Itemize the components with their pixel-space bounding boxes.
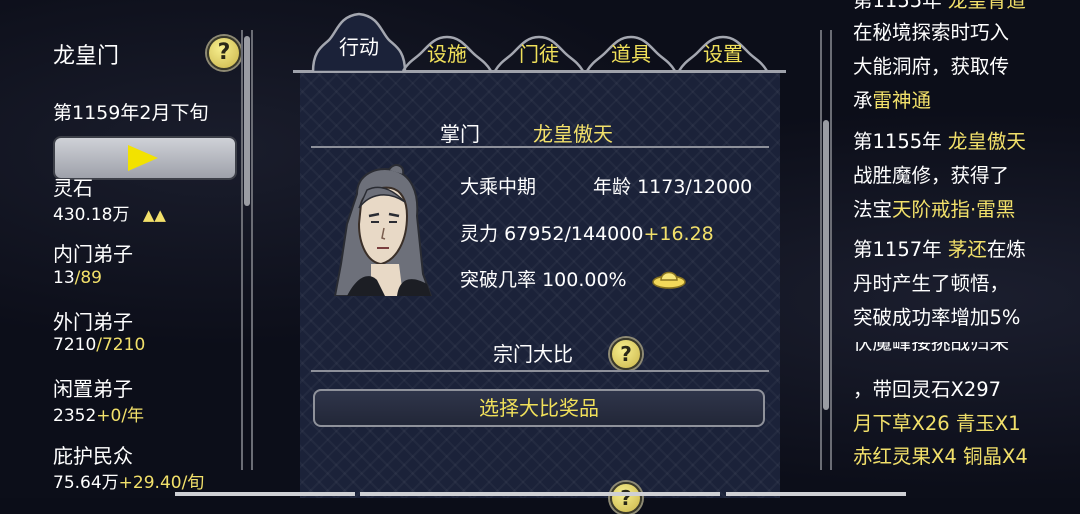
log-line: 赤红灵果X4 铜晶X4 bbox=[853, 445, 1028, 468]
bottom-bar-center bbox=[360, 492, 720, 496]
stat-label-outer-disciples: 外门弟子 bbox=[53, 310, 133, 334]
stat-value-outer-disciples: 7210/7210 bbox=[53, 335, 146, 355]
tab-disciples[interactable]: 门徒 bbox=[493, 33, 585, 71]
left-scrollbar-thumb[interactable] bbox=[244, 36, 250, 206]
main-panel: 行动 设施 门徒 道具 设置 掌门 龙皇傲天 大乘中期 年龄 1173/1200… bbox=[293, 0, 786, 514]
competition-help-icon[interactable]: ? bbox=[610, 338, 642, 370]
log-line-partial: 伏魔峰接挑战归来 bbox=[853, 342, 1010, 354]
tab-items-label: 道具 bbox=[611, 42, 651, 66]
tab-settings-label: 设置 bbox=[703, 42, 743, 66]
master-realm: 大乘中期 bbox=[460, 176, 537, 198]
log-line: 第1157年 茅还在炼 bbox=[853, 238, 1026, 261]
log-line: 法宝天阶戒指·雷黑 bbox=[853, 198, 1016, 221]
log-line: 战胜魔修，获得了 bbox=[853, 164, 1010, 187]
log-line: 承雷神通 bbox=[853, 89, 932, 112]
choose-prize-button[interactable]: 选择大比奖品 bbox=[313, 389, 765, 427]
log-line: 在秘境探索时巧入 bbox=[853, 21, 1010, 44]
log-line: 月下草X26 青玉X1 bbox=[853, 412, 1021, 435]
competition-title: 宗门大比 bbox=[493, 342, 573, 366]
game-date: 第1159年2月下旬 bbox=[53, 102, 209, 124]
competition-divider bbox=[311, 370, 769, 372]
header-divider bbox=[311, 146, 769, 148]
master-breakthrough: 突破几率 100.00% bbox=[460, 269, 627, 291]
log-line: 突破成功率增加5% bbox=[853, 306, 1021, 329]
master-portrait[interactable] bbox=[327, 164, 437, 297]
left-scrollbar[interactable] bbox=[241, 30, 253, 470]
stat-value-inner-disciples: 13/89 bbox=[53, 268, 102, 288]
tab-disciples-label: 门徒 bbox=[519, 42, 559, 66]
tab-action-label: 行动 bbox=[339, 35, 379, 59]
log-scrollbar[interactable] bbox=[820, 30, 832, 470]
partial-help-icon[interactable]: ? bbox=[610, 482, 642, 514]
stat-value-spirit-stone: 430.18万 ▲▲ bbox=[53, 205, 166, 225]
tab-items[interactable]: 道具 bbox=[585, 33, 677, 71]
stat-label-idle-disciples: 闲置弟子 bbox=[53, 377, 133, 401]
stat-label-protected-people: 庇护民众 bbox=[53, 444, 133, 468]
tab-settings[interactable]: 设置 bbox=[677, 33, 769, 71]
log-line: 大能洞府，获取传 bbox=[853, 55, 1010, 78]
tab-action[interactable]: 行动 bbox=[309, 10, 409, 72]
bottom-bar-right bbox=[726, 492, 906, 496]
help-icon[interactable]: ? bbox=[207, 36, 241, 70]
tab-facilities[interactable]: 设施 bbox=[401, 33, 493, 71]
stat-value-idle-disciples: 2352+0/年 bbox=[53, 406, 145, 426]
breakthrough-boost-icon[interactable] bbox=[651, 266, 687, 296]
stat-label-spirit-stone: 灵石 bbox=[53, 176, 93, 200]
event-log: 第1155年 龙皇青道 在秘境探索时巧入 大能洞府，获取传 承雷神通 第1155… bbox=[840, 0, 1080, 498]
play-icon bbox=[128, 145, 158, 171]
stat-value-protected-people: 75.64万+29.40/旬 bbox=[53, 473, 205, 493]
log-line: ，带回灵石X297 bbox=[853, 378, 1002, 401]
tab-facilities-label: 设施 bbox=[427, 42, 467, 66]
master-name: 龙皇傲天 bbox=[533, 122, 613, 146]
log-line: 第1155年 龙皇傲天 bbox=[853, 130, 1026, 153]
master-spirit: 灵力 67952/144000+16.28 bbox=[460, 223, 714, 245]
master-age: 年龄 1173/12000 bbox=[593, 176, 753, 198]
log-scrollbar-thumb[interactable] bbox=[823, 120, 829, 410]
increase-arrows-icon: ▲▲ bbox=[142, 206, 166, 224]
master-title: 掌门 bbox=[440, 122, 480, 146]
bottom-bar-left bbox=[175, 492, 355, 496]
sect-status-panel: 龙皇门 ? 第1159年2月下旬 灵石 430.18万 ▲▲ 内门弟子 13/8… bbox=[40, 20, 255, 498]
stat-label-inner-disciples: 内门弟子 bbox=[53, 242, 133, 266]
sect-name: 龙皇门 bbox=[53, 44, 120, 69]
log-line: 丹时产生了顿悟， bbox=[853, 272, 1010, 295]
